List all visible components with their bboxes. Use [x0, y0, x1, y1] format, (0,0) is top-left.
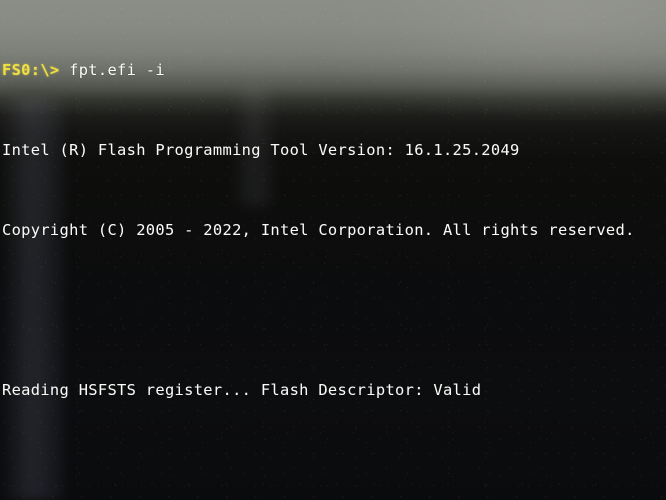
shell-prompt-line: FS0:\> fpt.efi -i: [2, 60, 666, 80]
descriptor-status: Reading HSFSTS register... Flash Descrip…: [2, 381, 482, 399]
console-output[interactable]: FS0:\> fpt.efi -i Intel (R) Flash Progra…: [2, 0, 666, 500]
shell-command: fpt.efi -i: [59, 61, 165, 79]
uefi-shell-screen: FS0:\> fpt.efi -i Intel (R) Flash Progra…: [0, 0, 666, 500]
shell-prompt-path: FS0:\>: [2, 61, 60, 79]
banner-copyright: Copyright (C) 2005 - 2022, Intel Corpora…: [2, 221, 635, 239]
banner-version: Intel (R) Flash Programming Tool Version…: [2, 141, 520, 159]
